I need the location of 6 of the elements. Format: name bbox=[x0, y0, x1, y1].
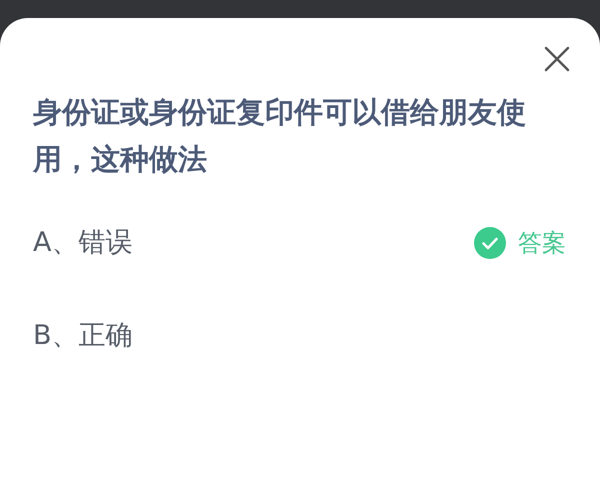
answer-option[interactable]: A、错误 bbox=[33, 222, 132, 264]
question-text: 身份证或身份证复印件可以借给朋友使用，这种做法 bbox=[33, 94, 527, 178]
answer-option[interactable]: B、正确 bbox=[33, 316, 133, 356]
close-icon bbox=[544, 46, 570, 72]
answer-label: 答案 bbox=[518, 228, 566, 259]
close-button[interactable] bbox=[544, 46, 570, 72]
